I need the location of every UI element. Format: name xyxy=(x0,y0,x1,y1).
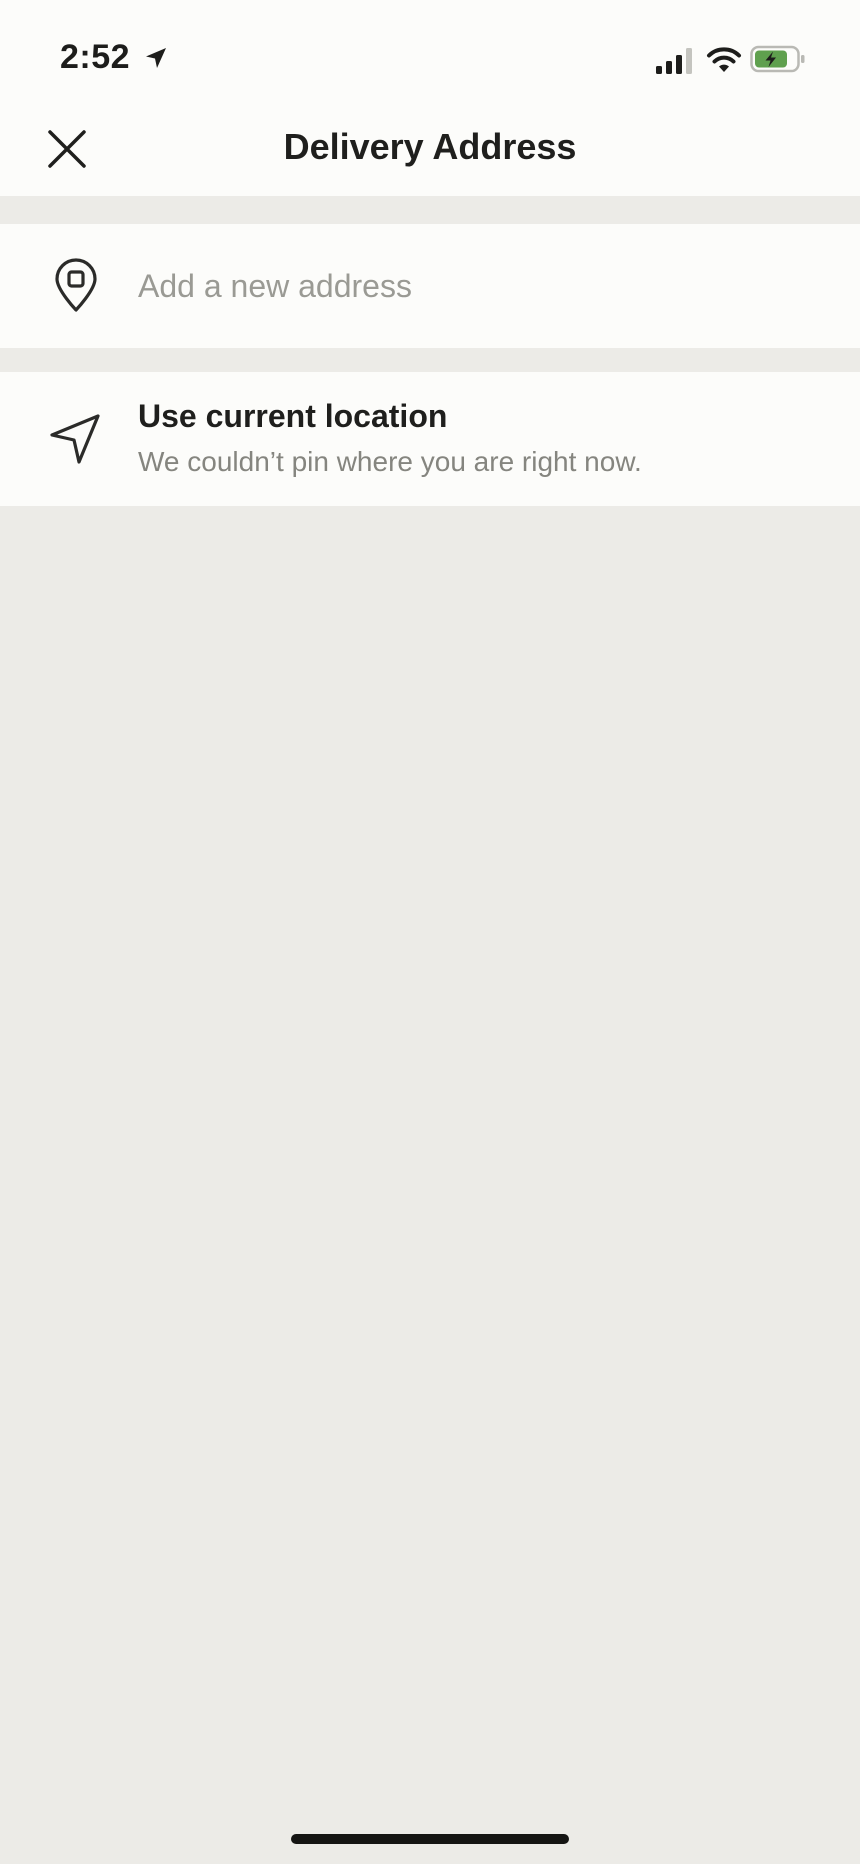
delivery-address-screen: 2:52 Delivery Address Add a new address … xyxy=(0,0,860,1864)
map-pin-icon xyxy=(55,258,97,312)
status-bar: 2:52 xyxy=(0,0,860,100)
header: Delivery Address xyxy=(0,100,860,196)
home-indicator[interactable] xyxy=(291,1834,569,1844)
add-address-row[interactable] xyxy=(0,224,860,348)
use-current-location-title: Use current location xyxy=(138,398,448,434)
use-current-location-row[interactable]: Use current location We couldn’t pin whe… xyxy=(0,372,860,506)
signal-icon xyxy=(656,48,692,74)
status-time: 2:52 xyxy=(60,38,131,76)
battery-charging-icon xyxy=(750,45,805,73)
address-input[interactable] xyxy=(138,254,818,318)
location-status-text: We couldn’t pin where you are right now. xyxy=(138,446,642,477)
wifi-icon xyxy=(707,47,741,72)
location-arrow-icon xyxy=(146,48,166,68)
page-title: Delivery Address xyxy=(283,126,577,167)
navigation-arrow-icon xyxy=(50,414,100,464)
